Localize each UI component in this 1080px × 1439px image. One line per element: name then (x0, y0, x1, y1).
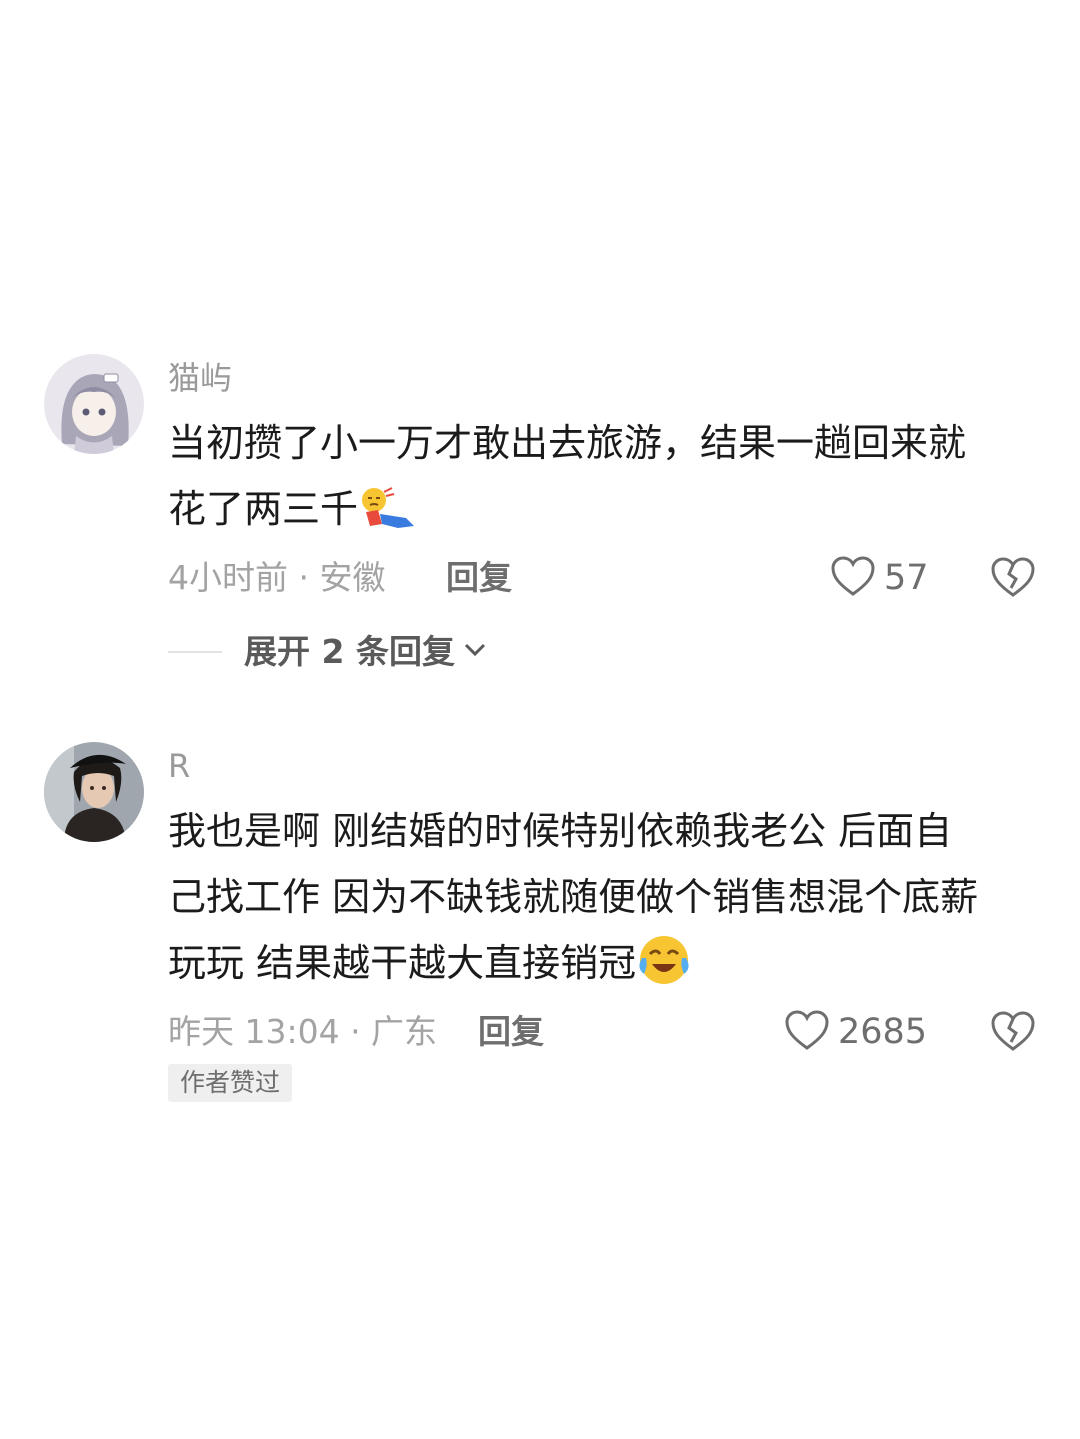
like-button[interactable]: 57 (830, 555, 929, 601)
username[interactable]: 猫屿 (168, 358, 232, 398)
comment-line: 己找工作 因为不缺钱就随便做个销售想混个底薪 (168, 875, 979, 919)
comment-line: 我也是啊 刚结婚的时候特别依赖我老公 后面自 (168, 809, 953, 853)
expand-replies-label: 展开 2 条回复 (244, 632, 455, 671)
username[interactable]: R (168, 746, 190, 786)
time-location: 4小时前 · 安徽 (168, 558, 386, 597)
comment-line-text: 花了两三千 (168, 487, 359, 531)
anime-girl-avatar-icon (44, 354, 144, 454)
like-button[interactable]: 2685 (784, 1009, 927, 1055)
author-liked-badge: 作者赞过 (168, 1064, 293, 1102)
comment-text: 当初攒了小一万才敢出去旅游，结果一趟回来就 花了两三千 (168, 410, 1048, 552)
divider-line (168, 651, 222, 653)
dislike-button[interactable] (990, 556, 1036, 602)
broken-heart-icon (991, 557, 1035, 597)
comment-line: 玩玩 结果越干越大直接销冠 (168, 930, 1048, 1006)
lying-flat-emoji-icon (358, 484, 420, 552)
avatar[interactable] (44, 354, 144, 454)
reply-button[interactable]: 回复 (478, 1010, 544, 1054)
time-location: 昨天 13:04 · 广东 (168, 1012, 438, 1051)
comment-line: 花了两三千 (168, 476, 1048, 552)
heart-icon (830, 555, 876, 601)
crying-laughing-emoji-icon (636, 934, 692, 1006)
like-count: 57 (884, 558, 929, 598)
heart-icon (784, 1009, 830, 1055)
broken-heart-icon (991, 1011, 1035, 1051)
comment-line: 当初攒了小一万才敢出去旅游，结果一趟回来就 (168, 421, 967, 465)
like-count: 2685 (838, 1012, 928, 1052)
comment-text: 我也是啊 刚结婚的时候特别依赖我老公 后面自 己找工作 因为不缺钱就随便做个销售… (168, 798, 1048, 1006)
chevron-down-icon (463, 642, 487, 662)
reply-button[interactable]: 回复 (446, 556, 512, 600)
woman-photo-avatar-icon (44, 742, 144, 842)
dislike-button[interactable] (990, 1010, 1036, 1056)
comment-line-text: 玩玩 结果越干越大直接销冠 (168, 941, 637, 985)
expand-replies-button[interactable]: 展开 2 条回复 (168, 630, 487, 674)
avatar[interactable] (44, 742, 144, 842)
